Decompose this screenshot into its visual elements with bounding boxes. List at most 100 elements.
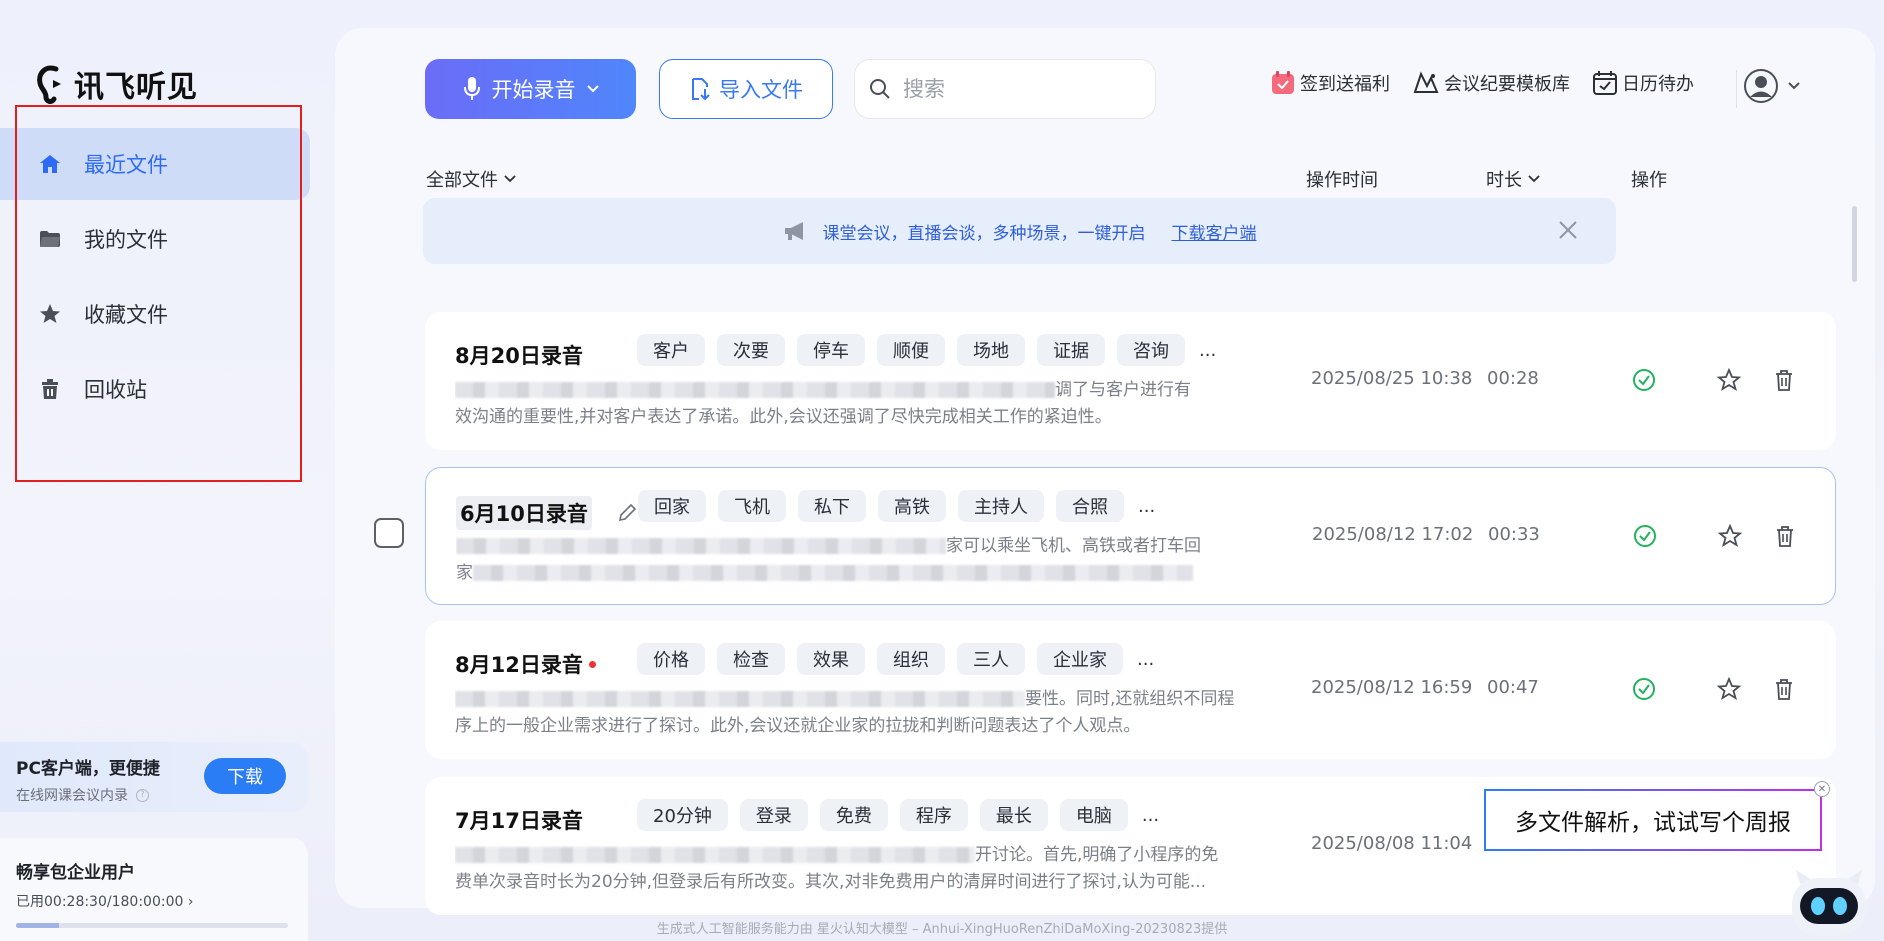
tag[interactable]: 登录 (739, 799, 808, 831)
summary-line: 要性。同时,还就组织不同程 (1025, 689, 1235, 709)
download-client-link[interactable]: 下载客户端 (1172, 219, 1257, 244)
star-outline-icon[interactable] (1717, 523, 1743, 549)
close-icon[interactable] (1556, 218, 1580, 242)
close-icon[interactable]: ✕ (1814, 781, 1830, 797)
search-box[interactable] (854, 59, 1156, 119)
sidebar-item-recent[interactable]: 最近文件 (0, 128, 310, 200)
app-name: 讯飞听见 (74, 70, 198, 105)
tag[interactable]: 组织 (877, 643, 945, 675)
start-recording-button[interactable]: 开始录音 (425, 59, 636, 119)
tag[interactable]: 高铁 (878, 490, 946, 522)
template-library-link[interactable]: 会议纪要模板库 (1412, 70, 1570, 96)
trash-icon[interactable] (1771, 367, 1797, 393)
tag[interactable]: 场地 (957, 334, 1025, 366)
tag[interactable]: 顺便 (877, 334, 945, 366)
blurred-text (455, 691, 1025, 707)
help-icon[interactable]: ? (136, 788, 149, 802)
star-outline-icon[interactable] (1716, 676, 1742, 702)
toolbar-divider (1736, 70, 1737, 108)
summary-line: 调了与客户进行有 (1055, 380, 1191, 400)
import-file-button[interactable]: 导入文件 (659, 59, 833, 119)
tag[interactable]: 客户 (637, 334, 705, 366)
col-operation-time[interactable]: 操作时间 (1306, 166, 1378, 192)
folder-icon (40, 231, 60, 247)
sidebar-item-favorites[interactable]: 收藏文件 (0, 278, 310, 350)
file-summary: 调了与客户进行有 效沟通的重要性,并对客户表达了承诺。此外,会议还强调了尽快完成… (455, 377, 1235, 431)
calendar-todo-link[interactable]: 日历待办 (1592, 70, 1694, 96)
tag[interactable]: 价格 (637, 643, 705, 675)
file-title: 6月10日录音 (456, 496, 638, 530)
tag[interactable]: 最长 (979, 799, 1048, 831)
tag[interactable]: 咨询 (1117, 334, 1185, 366)
tag[interactable]: 合照 (1056, 490, 1124, 522)
col-duration[interactable]: 时长 (1486, 166, 1540, 192)
blurred-text (456, 538, 946, 554)
more-tags[interactable]: ... (1199, 340, 1216, 361)
more-tags[interactable]: ... (1137, 649, 1154, 670)
tag[interactable]: 私下 (798, 490, 866, 522)
file-title-text: 6月10日录音 (456, 496, 592, 530)
download-client-button[interactable]: 下载 (204, 758, 286, 794)
star-outline-icon[interactable] (1716, 367, 1742, 393)
tag[interactable]: 企业家 (1037, 643, 1123, 675)
more-tags[interactable]: ... (1142, 805, 1159, 826)
checkin-reward-link[interactable]: 签到送福利 (1270, 70, 1390, 96)
user-menu[interactable] (1743, 68, 1801, 104)
pc-card-subtitle-text: 在线网课会议内录 (16, 788, 128, 804)
pc-client-card: PC客户端，更便捷 在线网课会议内录 ? 下载 (0, 742, 308, 812)
tag[interactable]: 程序 (899, 799, 968, 831)
tag-list: 价格 检查 效果 组织 三人 企业家 ... (637, 643, 1154, 675)
file-row[interactable]: 6月10日录音 回家 飞机 私下 高铁 主持人 合照 ... 家可以乘坐飞机、高… (374, 467, 1836, 605)
sidebar-item-label: 收藏文件 (84, 303, 168, 327)
chevron-down-icon (1788, 82, 1800, 90)
sidebar-item-label: 最近文件 (84, 153, 168, 177)
filter-dropdown[interactable]: 全部文件 (426, 166, 516, 192)
summary-line: 效沟通的重要性,并对客户表达了承诺。此外,会议还强调了尽快完成相关工作的紧迫性。 (455, 407, 1112, 427)
promo-banner: 课堂会议，直播会谈，多种场景，一键开启 下载客户端 (423, 198, 1616, 264)
tag[interactable]: 回家 (638, 490, 706, 522)
filter-label: 全部文件 (426, 170, 498, 191)
home-icon (40, 155, 60, 173)
sidebar-item-recycle-bin[interactable]: 回收站 (0, 353, 310, 425)
tag[interactable]: 效果 (797, 643, 865, 675)
trash-icon[interactable] (1771, 676, 1797, 702)
trash-icon[interactable] (1772, 523, 1798, 549)
sidebar-nav: 最近文件 我的文件 收藏文件 回收站 (0, 128, 310, 428)
tag[interactable]: 次要 (717, 334, 785, 366)
chevron-right-icon: › (187, 894, 194, 910)
summary-line: 序上的一般企业需求进行了探讨。此外,会议还就企业家的拉拢和判断问题表达了个人观点… (455, 716, 1141, 736)
trash-icon (42, 379, 58, 399)
edit-pencil-icon[interactable] (616, 502, 638, 524)
tag[interactable]: 20分钟 (637, 799, 728, 831)
unread-dot (588, 660, 596, 668)
summary-line: 家 (456, 563, 473, 583)
vip-usage-text: 已用00:28:30/180:00:00 (16, 894, 184, 910)
calendar-check-icon (1593, 71, 1617, 95)
tag[interactable]: 检查 (717, 643, 785, 675)
file-row[interactable]: 8月20日录音 客户 次要 停车 顺便 场地 证据 咨询 ... 调了与客户进行… (425, 312, 1836, 450)
tag[interactable]: 飞机 (718, 490, 786, 522)
tag[interactable]: 电脑 (1059, 799, 1128, 831)
blurred-text (455, 847, 975, 863)
file-title: 8月20日录音 (455, 340, 583, 370)
app-logo[interactable]: 讯飞听见 (34, 62, 198, 106)
search-input[interactable] (903, 77, 1123, 101)
sidebar-item-label: 我的文件 (84, 228, 168, 252)
import-file-label: 导入文件 (719, 78, 803, 102)
ai-suggestion-bubble[interactable]: 多文件解析，试试写个周报 (1484, 789, 1822, 851)
tag[interactable]: 证据 (1037, 334, 1105, 366)
tag[interactable]: 主持人 (958, 490, 1044, 522)
file-row[interactable]: 8月12日录音 价格 检查 效果 组织 三人 企业家 ... 要性。同时,还就组… (425, 621, 1836, 759)
col-action: 操作 (1631, 170, 1667, 191)
calendar-todo-label: 日历待办 (1622, 74, 1694, 95)
vip-title: 畅享包企业用户 (16, 863, 135, 883)
blurred-text (455, 382, 1055, 398)
tag[interactable]: 免费 (819, 799, 888, 831)
scrollbar-thumb[interactable] (1852, 206, 1857, 282)
row-checkbox[interactable] (374, 518, 404, 548)
tag[interactable]: 三人 (957, 643, 1025, 675)
tag[interactable]: 停车 (797, 334, 865, 366)
sidebar-item-my-files[interactable]: 我的文件 (0, 203, 310, 275)
operation-time: 2025/08/08 11:04 (1311, 833, 1473, 854)
more-tags[interactable]: ... (1138, 496, 1155, 517)
